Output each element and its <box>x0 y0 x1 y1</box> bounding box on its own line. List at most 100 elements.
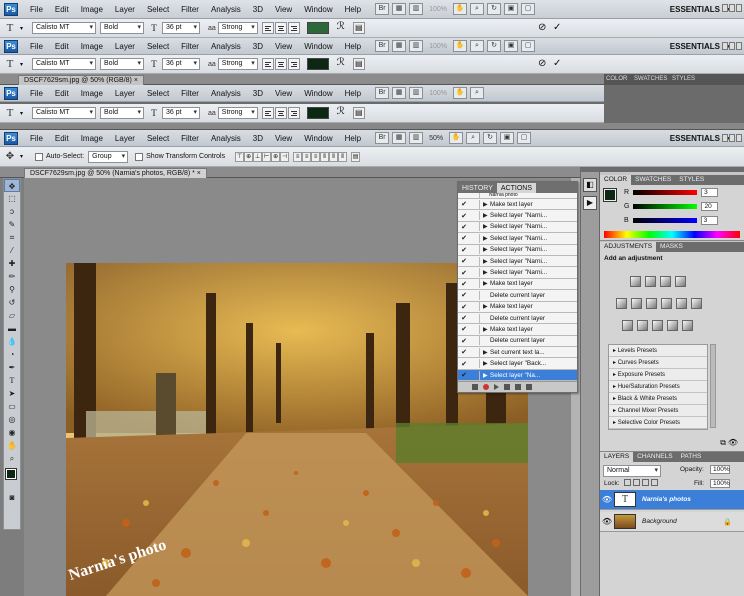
preset-curves[interactable]: Curves Presets <box>609 357 707 369</box>
action-dialog-toggle[interactable] <box>470 370 480 380</box>
preset-selective-color[interactable]: Selective Color Presets <box>609 417 707 429</box>
screen-mode-icon[interactable]: ▢ <box>521 3 535 15</box>
menu-analysis[interactable]: Analysis <box>205 5 247 14</box>
bridge-icon[interactable]: Br <box>375 87 390 99</box>
auto-align-button[interactable]: ▤ <box>351 151 361 162</box>
warp-text-icon[interactable]: ℛ <box>335 107 347 119</box>
green-value-input[interactable]: 20 <box>701 202 719 211</box>
character-panel-icon[interactable]: ▤ <box>352 107 365 119</box>
menu-image[interactable]: Image <box>75 89 109 98</box>
lock-buttons[interactable] <box>624 479 658 486</box>
action-row[interactable]: ✔ ▶ Select layer "Narni... <box>458 233 577 245</box>
workspace-switcher[interactable]: ESSENTIALS <box>670 134 720 143</box>
preset-hue-saturation[interactable]: Hue/Saturation Presets <box>609 381 707 393</box>
action-row[interactable]: ✔ ▶ Make text layer <box>458 324 577 336</box>
font-style-select[interactable]: Bold <box>100 58 144 70</box>
layer-row-background[interactable]: 👁 Background 🔒 <box>600 512 744 532</box>
move-tool-icon[interactable]: ✥ <box>0 151 20 162</box>
presets-scrollbar[interactable] <box>710 344 716 428</box>
gradient-tool-icon[interactable]: ▬ <box>4 322 20 335</box>
expand-arrow-icon[interactable]: ▶ <box>483 269 490 276</box>
guides-icon[interactable]: ▥ <box>409 3 424 15</box>
menu-view[interactable]: View <box>269 42 298 51</box>
auto-select-checkbox[interactable] <box>35 152 43 161</box>
align-buttons[interactable]: ⊤ ⊕ ⊥ ⊢ ⊕ ⊣ <box>235 151 290 162</box>
menu-filter[interactable]: Filter <box>175 89 205 98</box>
action-toggle-checkbox[interactable]: ✔ <box>458 371 470 379</box>
antialias-select[interactable]: Strong <box>217 107 258 119</box>
cancel-icon[interactable]: ⊘ <box>538 58 546 69</box>
menu-view[interactable]: View <box>269 5 298 14</box>
menu-window[interactable]: Window <box>298 134 338 143</box>
expand-arrow-icon[interactable]: ▶ <box>483 303 490 310</box>
action-row[interactable]: ✔ ▶ Set current text la... <box>458 347 577 359</box>
action-toggle-checkbox[interactable]: ✔ <box>458 325 470 333</box>
commit-icon[interactable]: ✓ <box>553 58 561 69</box>
align-center-button[interactable] <box>274 107 287 119</box>
quick-mask-icon[interactable]: ◙ <box>4 491 20 504</box>
align-left-button[interactable] <box>261 107 274 119</box>
menu-3d[interactable]: 3D <box>247 5 269 14</box>
action-row[interactable]: ✔ ▶ Select layer "Narni... <box>458 244 577 256</box>
character-panel-icon[interactable]: ▤ <box>352 22 365 34</box>
type-tool-icon[interactable]: T <box>0 58 20 70</box>
layer-name[interactable]: Narnia's photos <box>642 496 691 503</box>
guides-icon[interactable]: ▥ <box>409 40 424 52</box>
action-row[interactable]: ✔ ▶ Select layer "Back... <box>458 358 577 370</box>
tab-adjustments[interactable]: ADJUSTMENTS <box>600 242 657 252</box>
menu-help[interactable]: Help <box>339 42 367 51</box>
expand-arrow-icon[interactable]: ▶ <box>483 235 490 242</box>
expand-arrow-icon[interactable]: ▶ <box>483 212 490 219</box>
action-dialog-toggle[interactable] <box>470 290 480 300</box>
action-row[interactable]: ✔ Delete current layer <box>458 312 577 325</box>
action-toggle-checkbox[interactable]: ✔ <box>458 269 470 277</box>
action-row[interactable]: ✔ Delete current layer <box>458 335 577 348</box>
type-tool-icon[interactable]: T <box>4 374 20 387</box>
minibridge-icon[interactable]: ▦ <box>392 40 407 52</box>
action-row[interactable]: ✔ ▶ Select layer "Narni... <box>458 267 577 279</box>
action-dialog-toggle[interactable] <box>470 268 480 278</box>
menu-edit[interactable]: Edit <box>49 5 75 14</box>
menu-select[interactable]: Select <box>141 89 175 98</box>
clone-stamp-tool-icon[interactable]: ⚲ <box>4 283 20 296</box>
play-icon[interactable] <box>494 384 499 391</box>
screen-mode-icon[interactable]: ▢ <box>517 132 532 144</box>
menu-file[interactable]: File <box>24 134 49 143</box>
menu-window[interactable]: Window <box>298 42 338 51</box>
action-toggle-checkbox[interactable]: ✔ <box>458 360 470 368</box>
marquee-tool-icon[interactable]: ⬚ <box>4 192 20 205</box>
workspace-switcher[interactable]: ESSENTIALS <box>670 42 720 51</box>
action-row[interactable]: ✔ ▶ Select layer "Narni... <box>458 221 577 234</box>
action-toggle-checkbox[interactable]: ✔ <box>458 234 470 242</box>
tool-preset-arrow-icon[interactable]: ▾ <box>20 110 32 117</box>
window-controls[interactable] <box>722 134 742 142</box>
hand-tool-icon[interactable]: ✋ <box>453 87 467 99</box>
foreground-color-swatch[interactable] <box>603 188 617 202</box>
tab-swatches[interactable]: SWATCHES <box>631 175 675 185</box>
document-tab-current[interactable]: DSCF7629sm.jpg @ 50% (Narnia's photos, R… <box>24 168 207 178</box>
zoom-level[interactable]: 100% <box>429 90 447 97</box>
distribute-buttons[interactable]: ≡ ≡ ≡ ⦀ ⦀ ⦀ <box>293 151 348 162</box>
action-dialog-toggle[interactable] <box>470 359 480 369</box>
menu-file[interactable]: File <box>24 89 49 98</box>
guides-icon[interactable]: ▥ <box>409 132 424 144</box>
align-center-button[interactable] <box>274 22 287 34</box>
expand-arrow-icon[interactable]: ▶ <box>483 372 490 379</box>
history-brush-tool-icon[interactable]: ↺ <box>4 296 20 309</box>
menu-help[interactable]: Help <box>339 5 367 14</box>
workspace-switcher[interactable]: ESSENTIALS <box>670 5 720 14</box>
menu-image[interactable]: Image <box>75 134 109 143</box>
menu-select[interactable]: Select <box>141 5 175 14</box>
shape-tool-icon[interactable]: ▭ <box>4 400 20 413</box>
healing-brush-tool-icon[interactable]: ✚ <box>4 257 20 270</box>
rotate-view-icon[interactable]: ↻ <box>487 3 501 15</box>
tab-styles[interactable]: STYLES <box>675 175 708 185</box>
green-slider[interactable] <box>633 204 698 209</box>
font-family-select[interactable]: Calisto MT <box>32 22 96 34</box>
tab-actions[interactable]: ACTIONS <box>496 183 536 193</box>
font-family-select[interactable]: Calisto MT <box>32 58 96 70</box>
actions-panel-icon[interactable]: ▶ <box>583 196 597 210</box>
menu-window[interactable]: Window <box>298 89 338 98</box>
tool-preset-arrow-icon[interactable]: ▾ <box>20 25 32 32</box>
action-dialog-toggle[interactable] <box>470 302 480 312</box>
